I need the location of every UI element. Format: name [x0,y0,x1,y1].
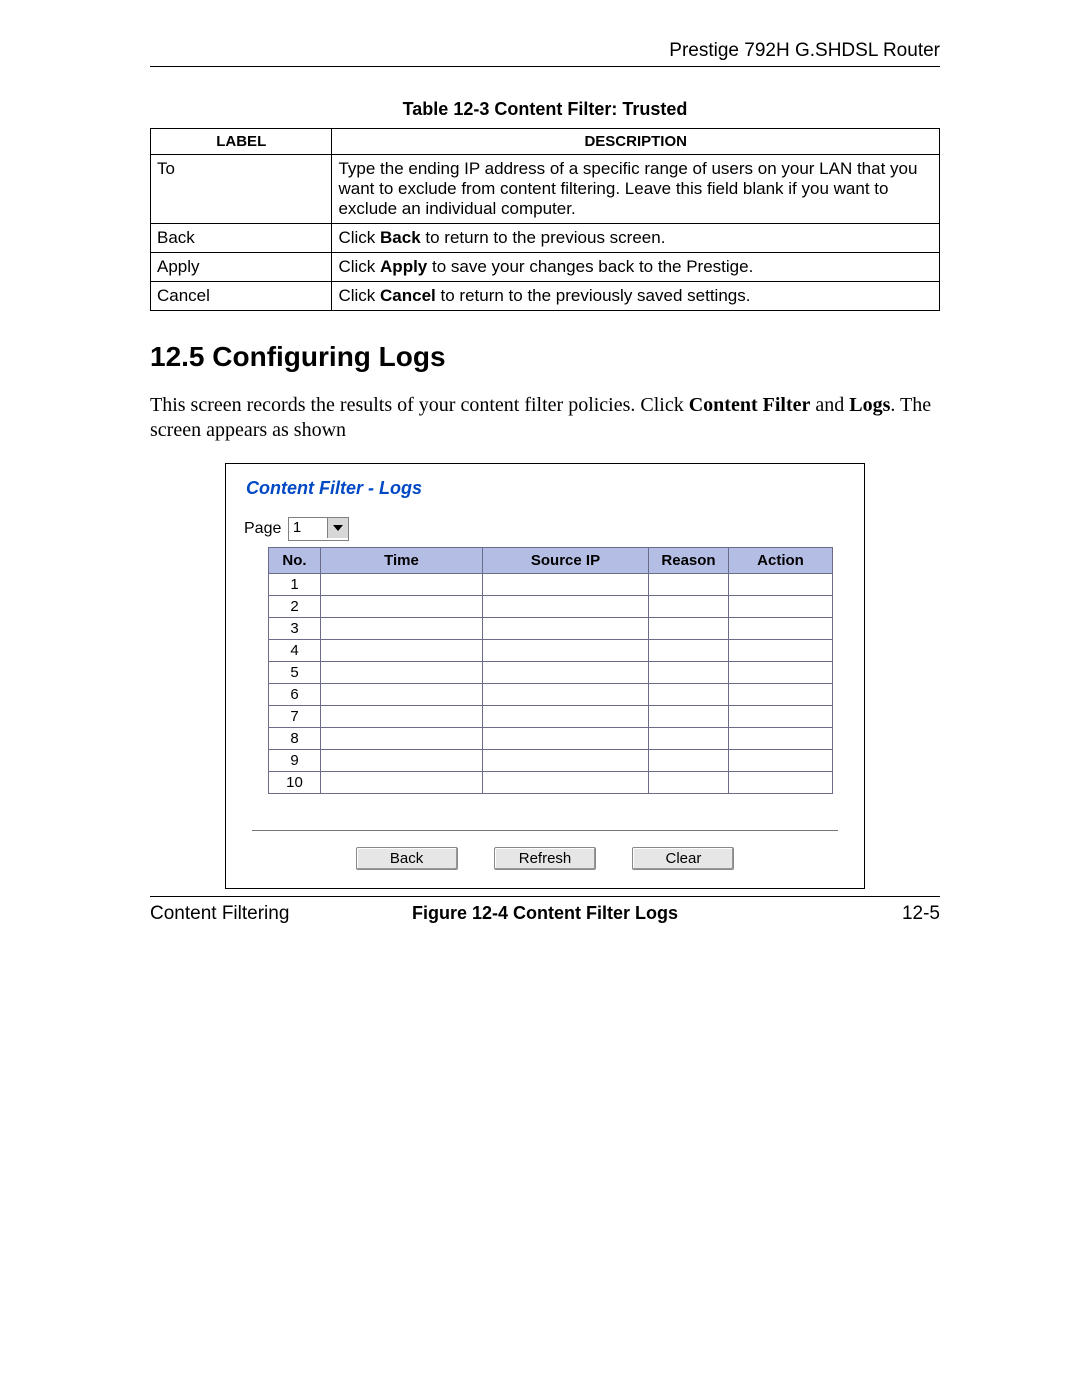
th-time: Time [321,548,483,574]
table-row: 3 [269,618,833,640]
figure-content-filter-logs: Content Filter - Logs Page 1 No. Time So… [225,463,865,889]
cell-label: Cancel [151,282,332,311]
cell-label: To [151,155,332,224]
cell-label: Back [151,224,332,253]
th-description: DESCRIPTION [332,129,940,155]
chevron-down-icon[interactable] [327,518,348,538]
product-name: Prestige 792H G.SHDSL Router [669,40,940,61]
figure-button-row: Back Refresh Clear [252,830,838,870]
refresh-button[interactable]: Refresh [494,847,596,870]
table-caption-trusted: Table 12-3 Content Filter: Trusted [150,99,940,120]
footer-page-number: 12-5 [902,903,940,925]
footer-section: Content Filtering [150,903,289,924]
table-row: 5 [269,662,833,684]
page-footer: Content Filtering 12-5 [150,896,940,925]
table-row: 6 [269,684,833,706]
table-row: 7 [269,706,833,728]
section-heading: 12.5 Configuring Logs [150,341,940,373]
cell-desc: Click Apply to save your changes back to… [332,253,940,282]
cell-desc: Click Back to return to the previous scr… [332,224,940,253]
table-row: To Type the ending IP address of a speci… [151,155,940,224]
back-button[interactable]: Back [356,847,458,870]
section-intro: This screen records the results of your … [150,393,940,443]
th-reason: Reason [649,548,729,574]
page-label: Page [244,520,281,537]
th-source: Source IP [483,548,649,574]
table-row: 8 [269,728,833,750]
page-selector-row: Page 1 [244,517,848,541]
table-row: Apply Click Apply to save your changes b… [151,253,940,282]
th-action: Action [729,548,833,574]
table-row: 1 [269,574,833,596]
page-header: Prestige 792H G.SHDSL Router [150,40,940,67]
cell-desc: Type the ending IP address of a specific… [332,155,940,224]
cell-desc: Click Cancel to return to the previously… [332,282,940,311]
table-trusted: LABEL DESCRIPTION To Type the ending IP … [150,128,940,311]
page-select-value: 1 [289,518,327,538]
table-row: Cancel Click Cancel to return to the pre… [151,282,940,311]
logs-table: No. Time Source IP Reason Action 1 2 3 4… [268,547,833,794]
clear-button[interactable]: Clear [632,847,734,870]
table-row: 9 [269,750,833,772]
table-row: Back Click Back to return to the previou… [151,224,940,253]
th-no: No. [269,548,321,574]
table-row: 2 [269,596,833,618]
th-label: LABEL [151,129,332,155]
table-row: 10 [269,772,833,794]
figure-title: Content Filter - Logs [246,478,848,499]
page-select[interactable]: 1 [288,517,349,541]
cell-label: Apply [151,253,332,282]
table-row: 4 [269,640,833,662]
